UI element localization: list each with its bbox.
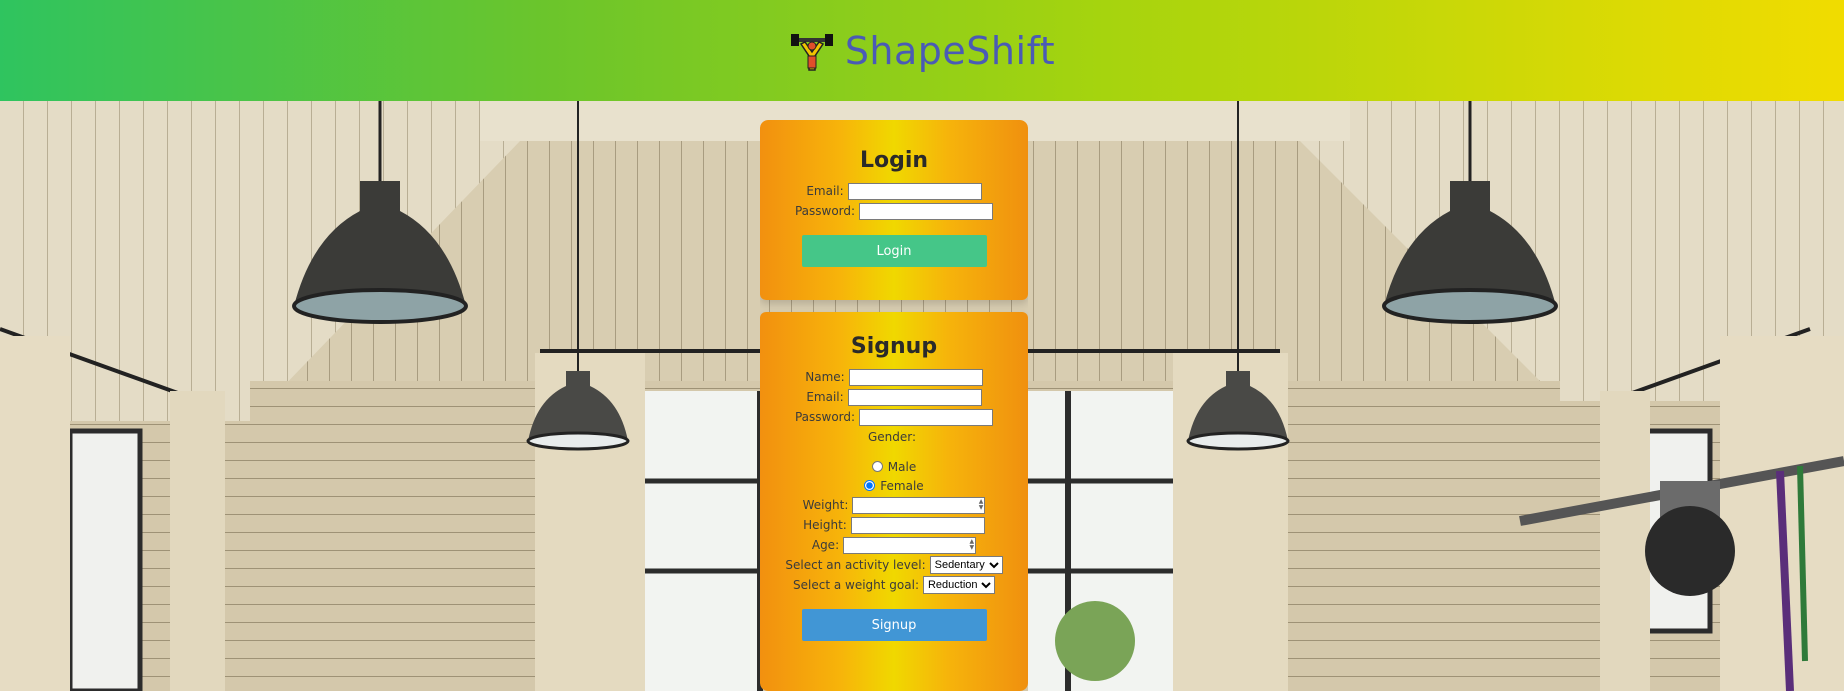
signup-password-row: Password: <box>760 407 1028 427</box>
signup-password-label: Password: <box>794 410 856 424</box>
login-password-input[interactable] <box>859 202 994 220</box>
signup-email-row: Email: <box>760 387 1028 407</box>
spinner-arrows-icon[interactable]: ▲ ▼ <box>970 538 975 551</box>
login-password-row: Password: <box>760 201 1028 221</box>
signup-name-row: Name: <box>760 367 1028 387</box>
login-title: Login <box>859 148 929 173</box>
goal-select[interactable]: Reduction <box>922 576 995 594</box>
login-password-label: Password: <box>794 204 856 218</box>
age-input[interactable] <box>843 536 977 554</box>
brand[interactable]: ShapeShift <box>789 28 1055 74</box>
auth-panel: Login Email: Password: Login Signup Name… <box>760 120 1028 691</box>
goal-label: Select a weight goal: <box>793 578 919 592</box>
login-email-label: Email: <box>806 184 844 198</box>
login-email-row: Email: <box>760 181 1028 201</box>
gender-option-male[interactable]: Male <box>760 457 1028 476</box>
gender-label-row: Gender: <box>760 427 1028 447</box>
signup-name-input[interactable] <box>848 368 983 386</box>
spinner-arrows-icon[interactable]: ▲ ▼ <box>979 498 984 511</box>
activity-label: Select an activity level: <box>785 558 926 572</box>
signup-name-label: Name: <box>805 370 845 384</box>
top-header: ShapeShift <box>0 0 1844 101</box>
dumbbell-person-logo-icon <box>790 33 833 71</box>
login-button[interactable]: Login <box>801 235 987 267</box>
age-label: Age: <box>811 538 840 552</box>
signup-password-input[interactable] <box>859 408 994 426</box>
gender-male-radio[interactable] <box>871 461 883 472</box>
height-input[interactable] <box>850 516 985 534</box>
gender-label: Gender: <box>867 430 917 444</box>
age-row: Age: ▲ ▼ <box>760 535 1028 555</box>
brand-name: ShapeShift <box>844 28 1056 73</box>
signup-email-input[interactable] <box>847 388 982 406</box>
activity-row: Select an activity level: Sedentary <box>760 555 1028 575</box>
gender-male-label: Male <box>887 459 917 474</box>
gender-female-radio[interactable] <box>864 480 876 491</box>
gender-option-female[interactable]: Female <box>760 476 1028 495</box>
activity-select[interactable]: Sedentary <box>929 556 1003 574</box>
weight-label: Weight: <box>802 498 849 512</box>
weight-row: Weight: ▲ ▼ <box>760 495 1028 515</box>
weight-spinner[interactable]: ▲ ▼ <box>852 496 986 514</box>
login-card: Login Email: Password: Login <box>760 120 1028 300</box>
height-row: Height: <box>760 515 1028 535</box>
login-email-input[interactable] <box>847 182 982 200</box>
age-spinner[interactable]: ▲ ▼ <box>843 536 977 554</box>
weight-input[interactable] <box>852 496 986 514</box>
goal-row: Select a weight goal: Reduction <box>760 575 1028 595</box>
height-label: Height: <box>803 518 847 532</box>
signup-card: Signup Name: Email: Password: Gender: Ma… <box>760 312 1028 691</box>
signup-email-label: Email: <box>806 390 844 404</box>
signup-button[interactable]: Signup <box>801 609 987 641</box>
gender-female-label: Female <box>880 478 924 493</box>
signup-title: Signup <box>850 334 938 359</box>
